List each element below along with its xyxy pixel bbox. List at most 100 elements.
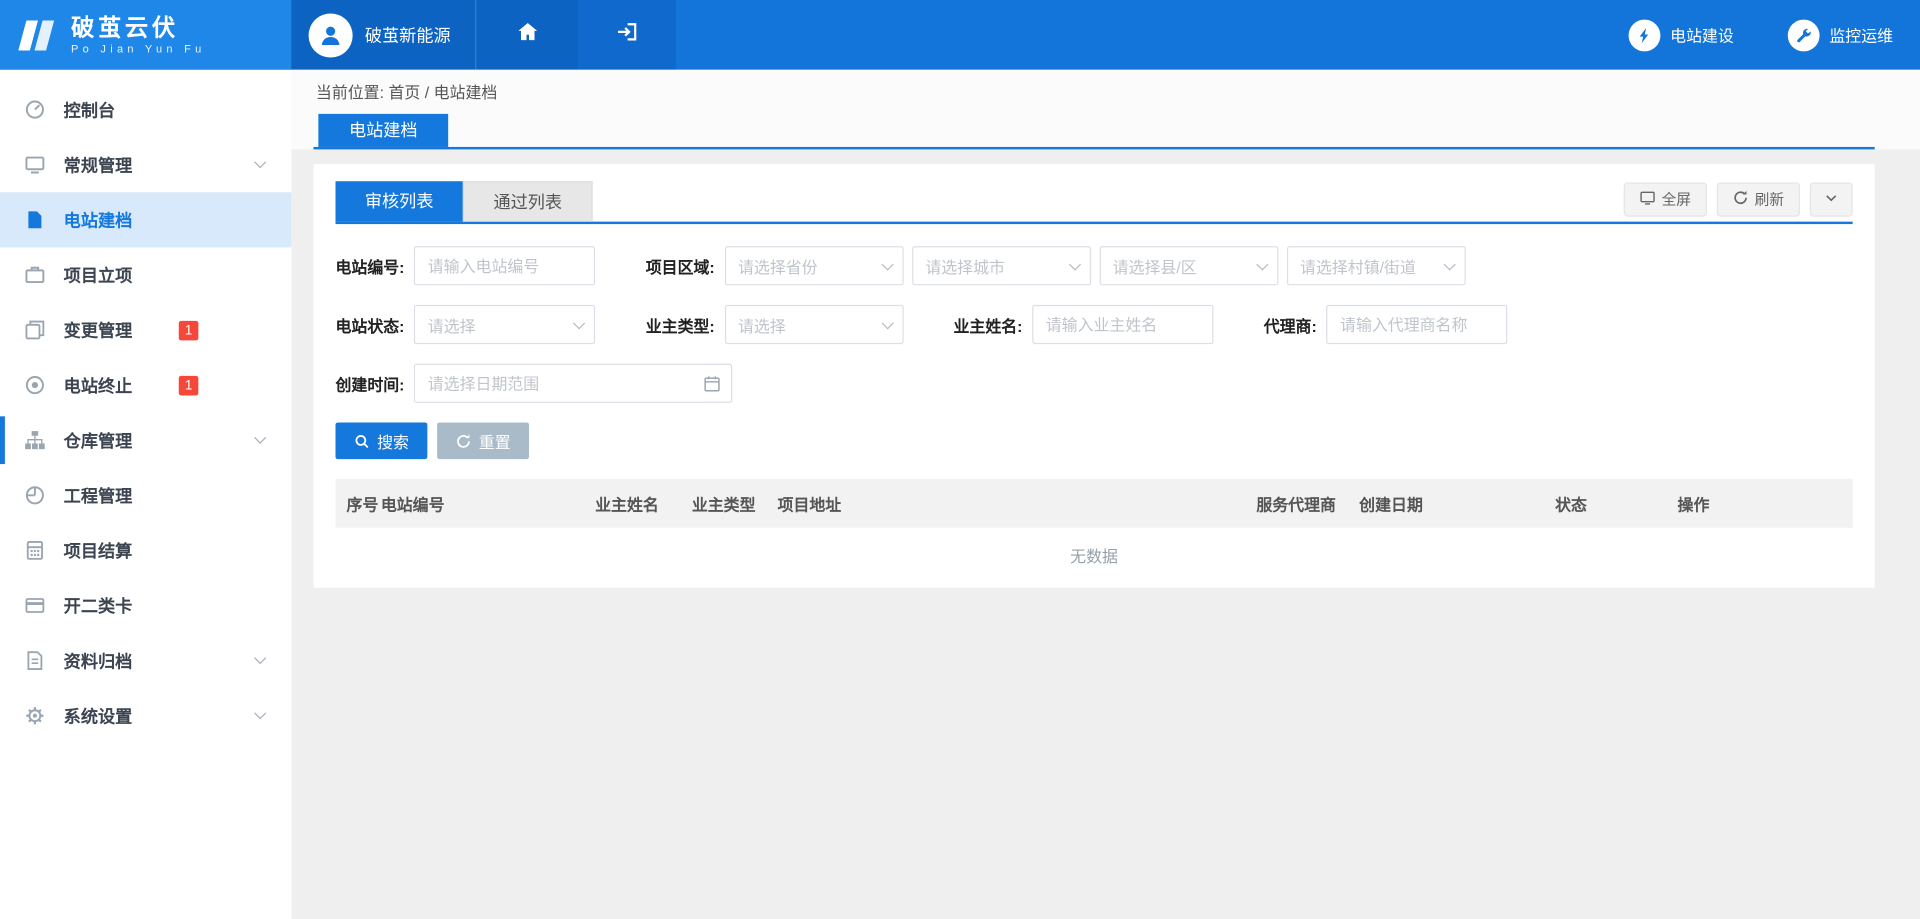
nav-monitoring-ops[interactable]: 监控运维 [1788,19,1893,51]
user-menu[interactable]: 破茧新能源 [291,0,475,70]
create-time-label: 创建时间: [336,372,405,395]
app-logo: 破茧云伏 Po Jian Yun Fu [0,0,291,70]
breadcrumb-separator: / [425,83,429,101]
date-range-picker[interactable] [414,364,732,403]
brand-logo-icon [17,19,59,51]
refresh-button[interactable]: 刷新 [1717,182,1800,216]
county-select-value: 请选择县/区 [1113,254,1256,277]
nav-station-construction[interactable]: 电站建设 [1629,19,1734,51]
town-select-value: 请选择村镇/街道 [1300,254,1443,277]
station-status-select[interactable]: 请选择 [414,305,595,344]
table-header-cell: 状态 [1555,492,1677,515]
home-button[interactable] [475,0,578,70]
chevron-down-icon [254,652,266,664]
agent-input[interactable] [1327,305,1508,344]
fullscreen-label: 全屏 [1662,189,1691,210]
sidebar-item-label: 开二类卡 [64,593,133,617]
table-header-cell: 服务代理商 [1256,492,1359,515]
company-name: 破茧新能源 [365,23,451,47]
chevron-down-icon [254,707,266,719]
town-select[interactable]: 请选择村镇/街道 [1287,246,1466,285]
nav-label: 监控运维 [1829,23,1893,46]
chevron-down-icon [881,258,893,270]
refresh-icon [1733,189,1749,209]
sidebar-item-project-initiation[interactable]: 项目立项 [0,247,291,302]
filter-form: 电站编号: 项目区域: 请选择省份 请选择城市 [336,224,1853,459]
breadcrumb-home-link[interactable]: 首页 [388,83,420,101]
search-button[interactable]: 搜索 [336,422,428,459]
filter-create-time: 创建时间: [336,364,733,403]
sidebar-item-general-mgmt[interactable]: 常规管理 [0,137,291,192]
station-code-input[interactable] [414,246,595,285]
table-header-cell: 项目地址 [778,492,1257,515]
city-select-value: 请选择城市 [925,254,1068,277]
header-nav: 电站建设 监控运维 [1629,0,1894,70]
sidebar-item-label: 电站建档 [64,208,133,232]
panel-tab-bar: 审核列表 通过列表 全屏 [336,181,1853,224]
logout-button[interactable] [578,0,676,70]
reset-icon [456,433,472,449]
sidebar-item-station-termination[interactable]: 电站终止 1 [0,358,291,413]
chevron-down-icon [254,432,266,444]
province-select-value: 请选择省份 [738,254,881,277]
sidebar-item-label: 电站终止 [64,373,133,397]
sidebar-item-station-filing[interactable]: 电站建档 [0,192,291,247]
collapse-filters-button[interactable] [1810,182,1853,216]
region-label: 项目区域: [646,254,715,277]
table-header-cell: 序号 [347,492,381,515]
sidebar-item-warehouse-mgmt[interactable]: 仓库管理 [0,413,291,468]
county-select[interactable]: 请选择县/区 [1099,246,1278,285]
nav-label: 电站建设 [1670,23,1734,46]
owner-type-select[interactable]: 请选择 [725,305,904,344]
page-tab-station-filing[interactable]: 电站建档 [318,114,448,147]
owner-type-select-value: 请选择 [738,313,881,336]
brand-name: 破茧云伏 [71,15,206,42]
main-content: 当前位置: 首页 / 电站建档 电站建档 审核列表 通过列表 [291,70,1920,919]
calculator-icon [24,540,48,561]
chevron-down-icon [881,317,893,329]
document-icon [24,650,48,671]
station-status-label: 电站状态: [336,313,405,336]
reset-button[interactable]: 重置 [437,422,529,459]
sidebar-item-console[interactable]: 控制台 [0,82,291,137]
filter-project-region: 项目区域: 请选择省份 请选择城市 请选择县/区 [646,246,1466,285]
filter-actions: 搜索 重置 [336,422,1853,459]
sidebar-item-label: 控制台 [64,97,115,121]
province-select[interactable]: 请选择省份 [725,246,904,285]
table-header-cell: 业主姓名 [595,492,692,515]
sidebar-item-label: 系统设置 [64,703,133,727]
brand-subtitle: Po Jian Yun Fu [71,42,206,54]
breadcrumb-prefix: 当前位置: [316,83,384,101]
chevron-down-icon [1256,258,1268,270]
stop-circle-icon [24,375,48,396]
owner-name-input[interactable] [1032,305,1213,344]
city-select[interactable]: 请选择城市 [912,246,1091,285]
breadcrumb: 当前位置: 首页 / 电站建档 [291,82,1920,114]
card-icon [24,595,48,616]
content-panel: 审核列表 通过列表 全屏 [313,164,1874,588]
sidebar-item-data-archive[interactable]: 资料归档 [0,633,291,688]
date-range-input[interactable] [416,365,704,402]
station-code-label: 电站编号: [336,254,405,277]
wrench-icon [1788,19,1820,51]
page-header-strip: 当前位置: 首页 / 电站建档 电站建档 [291,70,1920,150]
agent-label: 代理商: [1264,313,1317,336]
search-button-label: 搜索 [377,429,409,452]
sidebar-item-engineering-mgmt[interactable]: 工程管理 [0,468,291,523]
tab-passed-list[interactable]: 通过列表 [463,181,593,221]
tab-review-list[interactable]: 审核列表 [336,181,463,221]
sidebar-item-change-mgmt[interactable]: 变更管理 1 [0,302,291,357]
sidebar-item-open-card[interactable]: 开二类卡 [0,578,291,633]
page-tab-bar: 电站建档 [313,114,1874,150]
sidebar-item-project-settlement[interactable]: 项目结算 [0,523,291,578]
refresh-label: 刷新 [1755,189,1784,210]
chevron-down-icon [1823,189,1839,209]
chevron-down-icon [254,156,266,168]
sidebar-item-system-settings[interactable]: 系统设置 [0,688,291,743]
station-status-select-value: 请选择 [428,313,574,336]
chevron-down-icon [573,317,585,329]
fullscreen-button[interactable]: 全屏 [1624,182,1707,216]
briefcase-icon [24,264,48,285]
filter-row: 电站状态: 请选择 业主类型: 请选择 [336,305,1853,344]
table-header: 序号 电站编号 业主姓名 业主类型 项目地址 服务代理商 创建日期 状态 操作 [336,479,1853,528]
